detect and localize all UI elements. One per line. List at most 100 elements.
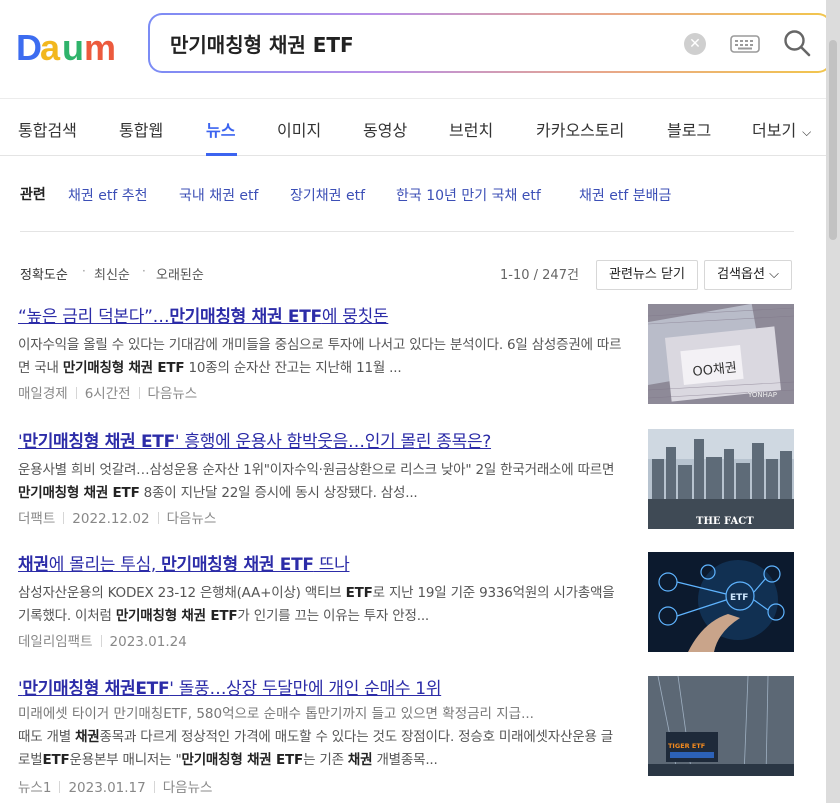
- news-source[interactable]: 더팩트: [18, 511, 55, 527]
- news-description: 이자수익을 올릴 수 있다는 기대감에 개미들을 중심으로 투자에 나서고 있다…: [18, 334, 622, 380]
- sort-latest[interactable]: 최신순: [94, 264, 130, 283]
- news-meta: 데일리임팩트 2023.01.24: [18, 630, 187, 650]
- sort-accuracy[interactable]: 정확도순: [20, 264, 68, 283]
- desc-text: 개별종목...: [372, 752, 438, 768]
- news-description: 운용사별 희비 엇갈려…삼성운용 순자산 1위"이자수익·원금상환으로 리스크 …: [18, 459, 622, 505]
- tab-blog[interactable]: 블로그: [667, 117, 711, 141]
- separator-dot: ·: [142, 264, 146, 278]
- desc-highlight: 만기매칭형 채권 ETF: [181, 752, 304, 768]
- title-highlight: 만기매칭형 채권 ETF: [169, 307, 322, 327]
- news-date: 2023.01.17: [68, 780, 146, 796]
- search-results-page: D a u m 만기매칭형 채권 ETF ✕ 통합검색 통합웹 뉴스 이미지 동…: [0, 0, 826, 803]
- related-item[interactable]: 채권 etf 분배금: [579, 185, 671, 205]
- desc-text: 가 인기를 끄는 이유는 투자 안정...: [237, 608, 430, 624]
- news-date: 2022.12.02: [72, 511, 150, 527]
- news-subtitle: 미래에셋 타이거 만기매칭ETF, 580억으로 순매수 톱만기까지 들고 있으…: [18, 706, 534, 722]
- related-label: 관련: [20, 187, 46, 203]
- news-via[interactable]: 다음뉴스: [167, 511, 217, 527]
- search-options-button[interactable]: 검색옵션 ⌵: [704, 260, 792, 290]
- tab-web[interactable]: 통합웹: [119, 117, 163, 141]
- news-title[interactable]: '만기매칭형 채권 ETF' 흥행에 운용사 함박웃음…인기 몰린 종목은?: [18, 427, 491, 452]
- related-item[interactable]: 장기채권 etf: [290, 185, 365, 205]
- search-box-inner: 만기매칭형 채권 ETF ✕: [150, 15, 826, 71]
- desc-highlight: 만기매칭형 채권 ETF: [62, 360, 185, 376]
- related-item[interactable]: 채권 etf 추천: [68, 185, 147, 205]
- news-item: '만기매칭형 채권ETF' 돌풍…상장 두달만에 개인 순매수 1위 미래에셋 …: [18, 674, 794, 803]
- news-via[interactable]: 다음뉴스: [163, 780, 213, 796]
- thumbnail-caption: THE FACT: [696, 516, 754, 527]
- sort-oldest[interactable]: 오래된순: [156, 264, 204, 283]
- news-source[interactable]: 매일경제: [18, 386, 68, 402]
- keyboard-icon[interactable]: [730, 33, 760, 55]
- news-title[interactable]: 채권에 몰리는 투심, 만기매칭형 채권 ETF 뜨나: [18, 550, 350, 575]
- tab-more-label: 더보기: [752, 121, 797, 140]
- tab-images[interactable]: 이미지: [277, 117, 321, 141]
- search-tabs: 통합검색 통합웹 뉴스 이미지 동영상 브런치 카카오스토리 블로그 더보기 ⌵: [0, 98, 826, 156]
- news-title[interactable]: “높은 금리 덕본다”…만기매칭형 채권 ETF에 뭉칫돈: [18, 302, 389, 327]
- desc-highlight: 채권: [75, 729, 100, 745]
- title-text: 에 몰리는 투심,: [48, 555, 162, 575]
- search-icon[interactable]: [782, 28, 812, 58]
- active-tab-indicator: [206, 153, 237, 156]
- title-highlight: 채권: [18, 555, 49, 575]
- desc-text: 운용사별 희비 엇갈려…삼성운용 순자산 1위"이자수익·원금상환으로 리스크 …: [18, 462, 615, 478]
- desc-highlight: 만기매칭형 채권 ETF: [115, 608, 238, 624]
- news-thumbnail[interactable]: OO채권 YONHAP: [648, 304, 794, 404]
- news-source[interactable]: 뉴스1: [18, 780, 51, 796]
- title-text: “높은 금리 덕본다”…: [18, 307, 170, 327]
- tab-video[interactable]: 동영상: [363, 117, 407, 141]
- tab-more[interactable]: 더보기 ⌵: [752, 117, 811, 141]
- news-title[interactable]: '만기매칭형 채권ETF' 돌풍…상장 두달만에 개인 순매수 1위: [18, 674, 441, 699]
- news-item: '만기매칭형 채권 ETF' 흥행에 운용사 함박웃음…인기 몰린 종목은? 운…: [18, 427, 794, 537]
- result-count: 1-10 / 247건: [500, 268, 579, 283]
- scrollbar[interactable]: [826, 0, 840, 803]
- news-meta: 뉴스1 2023.01.17 다음뉴스: [18, 776, 212, 796]
- thumbnail-credit: YONHAP: [747, 391, 777, 399]
- title-highlight: 만기매칭형 채권 ETF: [22, 432, 175, 452]
- news-date: 6시간전: [84, 386, 131, 402]
- news-source[interactable]: 데일리임팩트: [18, 634, 93, 650]
- news-meta: 매일경제 6시간전 다음뉴스: [18, 382, 197, 402]
- desc-highlight: ETF: [42, 752, 70, 768]
- daum-logo[interactable]: D a u m: [16, 24, 126, 68]
- header: D a u m 만기매칭형 채권 ETF ✕: [0, 0, 826, 98]
- news-thumbnail[interactable]: TIGER ETF: [648, 676, 794, 776]
- related-item[interactable]: 한국 10년 만기 국채 etf: [396, 185, 541, 205]
- svg-text:D: D: [16, 27, 42, 68]
- tab-brunch[interactable]: 브런치: [449, 117, 493, 141]
- title-text: 에 뭉칫돈: [321, 307, 389, 327]
- news-thumbnail[interactable]: ETF: [648, 552, 794, 652]
- news-date: 2023.01.24: [109, 634, 187, 650]
- desc-highlight: ETF: [345, 585, 373, 601]
- search-options-label: 검색옵션: [717, 267, 765, 282]
- svg-text:u: u: [62, 27, 84, 68]
- related-searches: 관련 채권 etf 추천 국내 채권 etf 장기채권 etf 한국 10년 만…: [20, 184, 794, 232]
- news-description: 삼성자산운용의 KODEX 23-12 은행채(AA+이상) 액티브 ETF로 …: [18, 582, 622, 628]
- svg-text:a: a: [40, 27, 61, 68]
- news-item: 채권에 몰리는 투심, 만기매칭형 채권 ETF 뜨나 삼성자산운용의 KODE…: [18, 550, 794, 660]
- thumbnail-caption: ETF: [730, 593, 748, 603]
- search-input[interactable]: 만기매칭형 채권 ETF: [170, 29, 354, 58]
- chevron-down-icon: ⌵: [802, 125, 812, 139]
- close-related-news-button[interactable]: 관련뉴스 닫기: [596, 260, 698, 290]
- title-text: ' 돌풍…상장 두달만에 개인 순매수 1위: [169, 679, 442, 699]
- title-text: 뜨나: [313, 555, 350, 575]
- desc-highlight: 만기매칭형 채권 ETF: [18, 485, 140, 501]
- tab-news[interactable]: 뉴스: [206, 117, 235, 141]
- tab-kakaostory[interactable]: 카카오스토리: [536, 117, 624, 141]
- related-item[interactable]: 국내 채권 etf: [179, 185, 258, 205]
- title-text: ' 흥행에 운용사 함박웃음…인기 몰린 종목은?: [174, 432, 492, 452]
- clear-icon[interactable]: ✕: [684, 33, 706, 55]
- chevron-down-icon: ⌵: [769, 267, 779, 282]
- thumbnail-caption: TIGER ETF: [668, 742, 705, 750]
- title-highlight: 만기매칭형 채권 ETF: [161, 555, 314, 575]
- news-via[interactable]: 다음뉴스: [148, 386, 198, 402]
- desc-text: 8종이 지난달 22일 증시에 동시 상장됐다. 삼성...: [139, 485, 418, 501]
- search-box: 만기매칭형 채권 ETF ✕: [148, 13, 826, 73]
- desc-text: 때도 개별: [18, 729, 76, 745]
- sort-bar: 정확도순 · 최신순 · 오래된순 1-10 / 247건 관련뉴스 닫기 검색…: [20, 258, 794, 290]
- tab-integrated[interactable]: 통합검색: [18, 117, 77, 141]
- news-thumbnail[interactable]: THE FACT: [648, 429, 794, 529]
- scrollbar-thumb[interactable]: [829, 40, 837, 240]
- desc-text: 운용본부 매니저는 ": [69, 752, 182, 768]
